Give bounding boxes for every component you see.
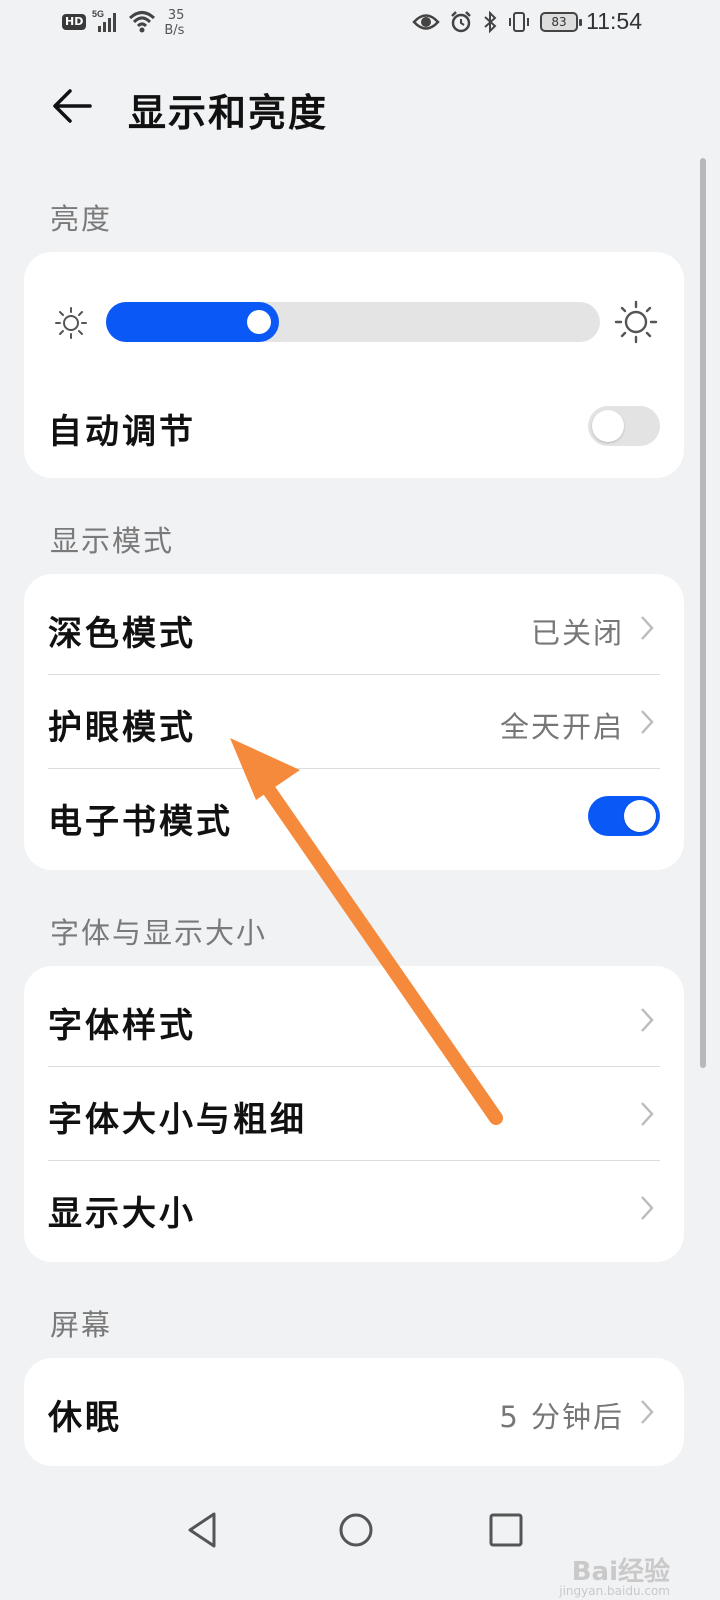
nav-back-icon[interactable] [182,1508,226,1552]
page-title: 显示和亮度 [128,91,329,135]
ebook-mode-label: 电子书模式 [48,802,233,842]
auto-adjust-row[interactable]: 自动调节 [48,378,660,472]
brightness-card: 自动调节 [24,252,684,478]
app-header: 显示和亮度 [0,60,720,150]
bluetooth-icon [484,10,497,34]
scrollbar[interactable] [700,158,706,1068]
eye-comfort-value: 全天开启 [499,710,624,744]
dark-mode-label: 深色模式 [48,614,196,654]
sleep-label: 休眠 [48,1398,122,1438]
font-style-label: 字体样式 [48,1006,196,1046]
dark-mode-value: 已关闭 [530,616,624,650]
alarm-icon [451,11,471,33]
display-size-row[interactable]: 显示大小 [48,1160,660,1254]
hd-badge: HD [62,14,87,30]
chevron-right-icon [641,616,654,640]
watermark-url: jingyan.baidu.com [559,1584,670,1598]
sun-large-icon [614,300,658,344]
sleep-row[interactable]: 休眠 5 分钟后 [48,1364,660,1458]
ebook-mode-row[interactable]: 电子书模式 [48,768,660,862]
status-left: HD 5G 35 B/s [62,8,184,38]
font-style-row[interactable]: 字体样式 [48,972,660,1066]
eye-icon [412,14,440,30]
section-title-brightness: 亮度 [50,202,113,236]
nav-recents-icon[interactable] [484,1508,528,1552]
chevron-right-icon [641,1196,654,1220]
nav-home-icon[interactable] [334,1508,378,1552]
status-icons: 83 [412,10,582,34]
dark-mode-row[interactable]: 深色模式 已关闭 [48,580,660,674]
section-title-display-mode: 显示模式 [50,524,175,558]
ebook-mode-toggle[interactable] [588,796,660,836]
brightness-slider-thumb[interactable] [247,310,271,334]
status-time: 11:54 [586,8,642,34]
auto-adjust-toggle[interactable] [588,406,660,446]
chevron-right-icon [641,1102,654,1126]
signal-label: 5G [92,9,104,19]
brightness-slider[interactable] [106,302,600,342]
back-arrow-icon[interactable] [48,82,96,130]
section-title-screen: 屏幕 [50,1308,113,1342]
chevron-right-icon [641,1400,654,1424]
font-size-row[interactable]: 字体大小与粗细 [48,1066,660,1160]
auto-adjust-label: 自动调节 [48,412,196,452]
font-display-card: 字体样式 字体大小与粗细 显示大小 [24,966,684,1262]
network-speed-unit: B/s [164,23,185,38]
vibrate-icon [509,12,529,32]
battery-indicator: 83 [540,12,582,32]
chevron-right-icon [641,1008,654,1032]
wifi-icon [129,11,156,33]
screen-card: 休眠 5 分钟后 [24,1358,684,1466]
watermark-brand: Bai经验 [571,1557,670,1587]
sun-small-icon [55,307,87,339]
network-speed-value: 35 [167,8,185,23]
display-mode-card: 深色模式 已关闭 护眼模式 全天开启 电子书模式 [24,574,684,870]
eye-comfort-label: 护眼模式 [48,708,196,748]
font-size-label: 字体大小与粗细 [48,1100,307,1140]
eye-comfort-row[interactable]: 护眼模式 全天开启 [48,674,660,768]
toggle-knob [592,410,624,442]
toggle-knob [624,800,656,832]
chevron-right-icon [641,710,654,734]
display-size-label: 显示大小 [48,1194,196,1234]
section-title-font-display: 字体与显示大小 [50,916,268,950]
signal-icon: 5G [92,9,117,32]
network-speed: 35 B/s [164,8,184,38]
status-bar: HD 5G 35 B/s 83 11:54 [0,0,720,48]
sleep-value: 5 分钟后 [499,1400,624,1434]
